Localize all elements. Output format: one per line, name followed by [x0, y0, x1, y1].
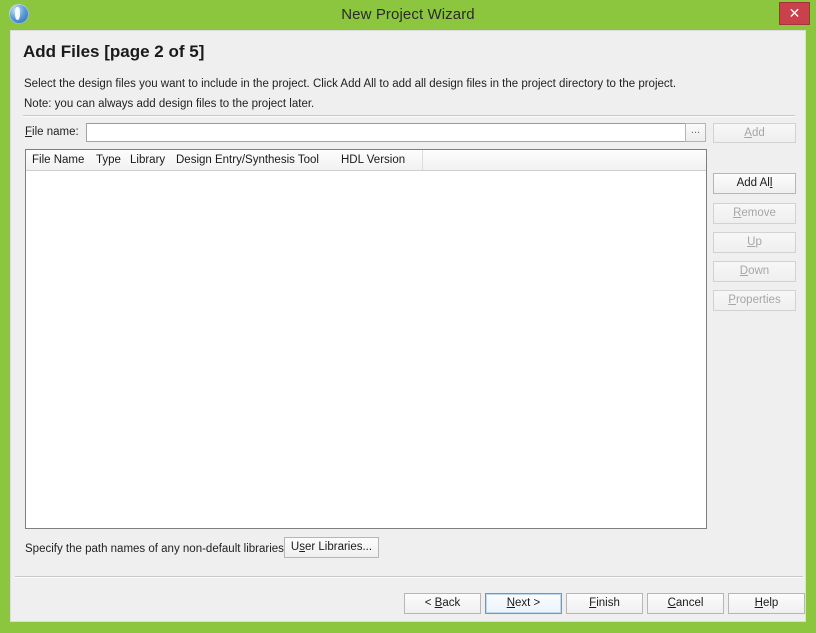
page-description-line2: Note: you can always add design files to…	[24, 98, 315, 110]
page-description-line1: Select the design files you want to incl…	[24, 78, 677, 90]
file-name-input[interactable]	[86, 123, 686, 142]
column-divider[interactable]	[422, 150, 423, 170]
file-name-label-rest: ile name:	[32, 126, 79, 138]
next-button-mnemonic: N	[506, 597, 516, 609]
column-header-hdl-version[interactable]: HDL Version	[341, 150, 405, 170]
user-libraries-label-before: U	[290, 541, 300, 553]
file-name-label-mnemonic: F	[25, 126, 33, 138]
down-button[interactable]: Down	[713, 261, 796, 282]
column-header-type[interactable]: Type	[96, 150, 121, 170]
user-libraries-note: Specify the path names of any non-defaul…	[25, 543, 288, 555]
add-button[interactable]: Add	[713, 123, 796, 143]
finish-button[interactable]: Finish	[566, 593, 643, 614]
close-icon[interactable]: ✕	[779, 2, 810, 25]
remove-button-label-after: emove	[741, 207, 776, 219]
up-button[interactable]: Up	[713, 232, 796, 253]
next-button[interactable]: Next >	[485, 593, 562, 614]
cancel-button[interactable]: Cancel	[647, 593, 724, 614]
down-button-label-after: own	[748, 265, 770, 277]
next-button-label-after: ext >	[515, 597, 541, 609]
cancel-button-label-after: ancel	[675, 597, 704, 609]
help-button-mnemonic: H	[754, 597, 763, 609]
back-button-label-after: ack	[442, 597, 461, 609]
table-header-row: File Name Type Library Design Entry/Synt…	[26, 150, 706, 171]
up-button-label-after: p	[755, 236, 762, 248]
finish-button-label-after: inish	[596, 597, 620, 609]
user-libraries-button[interactable]: User Libraries...	[284, 537, 379, 558]
back-button[interactable]: < Back	[404, 593, 481, 614]
properties-button[interactable]: Properties	[713, 290, 796, 311]
title-bar: New Project Wizard ✕	[0, 0, 816, 30]
properties-button-label-after: roperties	[735, 294, 781, 306]
separator-top	[23, 115, 795, 117]
user-libraries-label-after: er Libraries...	[304, 541, 373, 553]
cancel-button-mnemonic: C	[667, 597, 676, 609]
add-button-mnemonic: A	[744, 127, 752, 139]
help-button[interactable]: Help	[728, 593, 805, 614]
column-header-file-name[interactable]: File Name	[32, 150, 84, 170]
new-project-wizard-window: New Project Wizard ✕ Add Files [page 2 o…	[0, 0, 816, 633]
file-list-table[interactable]: File Name Type Library Design Entry/Synt…	[25, 149, 707, 529]
separator-bottom	[15, 576, 803, 578]
help-button-label-after: elp	[762, 597, 779, 609]
column-header-design-entry-synthesis-tool[interactable]: Design Entry/Synthesis Tool	[176, 150, 319, 170]
remove-button[interactable]: Remove	[713, 203, 796, 224]
file-name-label: File name:	[25, 126, 79, 138]
column-header-library[interactable]: Library	[130, 150, 165, 170]
dialog-body: Add Files [page 2 of 5] Select the desig…	[10, 30, 806, 622]
page-title: Add Files [page 2 of 5]	[23, 42, 205, 61]
add-all-button-mnemonic: l	[769, 177, 773, 189]
add-all-button-label-before: Add Al	[736, 177, 770, 189]
window-title: New Project Wizard	[341, 6, 475, 23]
back-button-label-before: <	[424, 597, 435, 609]
down-button-mnemonic: D	[739, 265, 749, 277]
properties-button-mnemonic: P	[728, 294, 736, 306]
table-rows-area[interactable]	[26, 171, 706, 528]
add-all-button[interactable]: Add All	[713, 173, 796, 194]
add-button-label-after: dd	[751, 127, 765, 139]
browse-ellipsis-button[interactable]: ...	[685, 123, 706, 142]
